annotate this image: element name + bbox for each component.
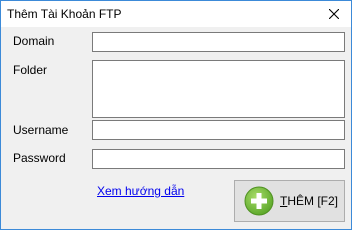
username-label: Username: [13, 123, 69, 137]
password-label: Password: [13, 151, 66, 165]
title-bar: Thêm Tài Khoản FTP: [1, 1, 351, 27]
close-button[interactable]: [317, 1, 351, 27]
password-input[interactable]: [92, 149, 345, 169]
add-ftp-account-dialog: Thêm Tài Khoản FTP Domain Folder Usernam…: [0, 0, 352, 230]
username-input[interactable]: [92, 120, 345, 140]
add-button[interactable]: THÊM [F2]: [234, 180, 345, 222]
close-icon: [329, 9, 339, 19]
folder-textarea[interactable]: [92, 60, 345, 118]
folder-label: Folder: [13, 63, 48, 77]
help-link[interactable]: Xem hướng dẫn: [97, 184, 184, 198]
add-button-label: THÊM [F2]: [280, 194, 339, 208]
window-title: Thêm Tài Khoản FTP: [7, 7, 122, 21]
plus-circle-icon: [244, 186, 274, 216]
domain-label: Domain: [13, 34, 55, 48]
domain-input[interactable]: [92, 32, 345, 52]
